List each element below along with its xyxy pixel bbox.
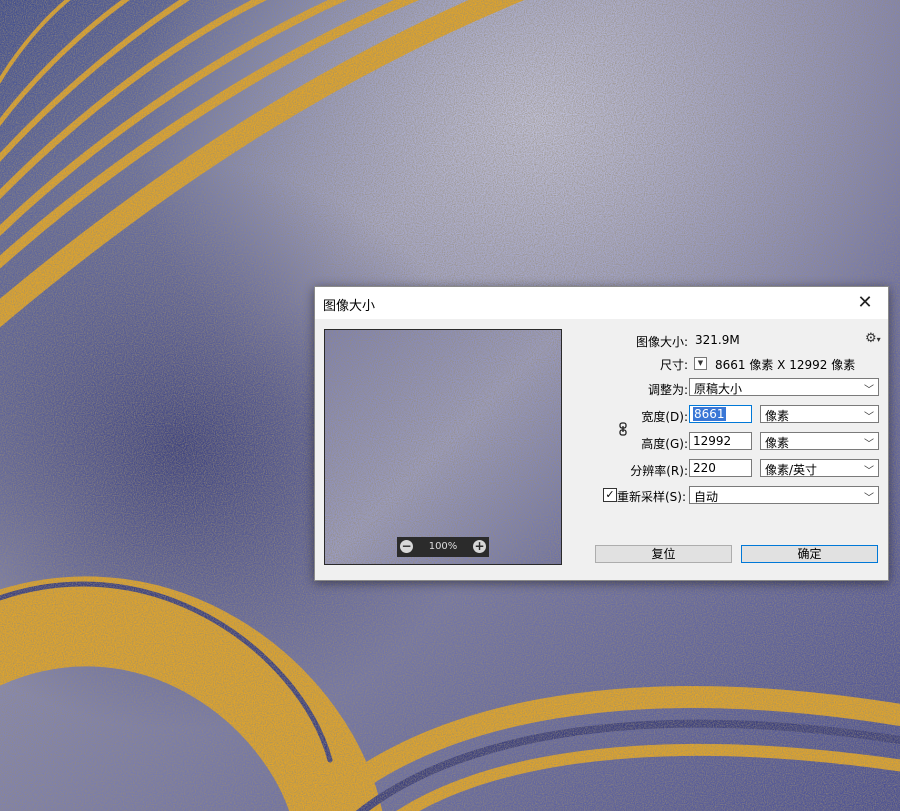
zoom-out-icon[interactable]: − <box>400 540 413 553</box>
close-icon[interactable]: ✕ <box>842 287 888 319</box>
fit-to-select[interactable]: 原稿大小 ﹀ <box>689 378 879 396</box>
fit-to-value: 原稿大小 <box>694 382 743 396</box>
image-preview[interactable]: − 100% + <box>324 329 562 565</box>
resample-value: 自动 <box>694 490 719 504</box>
height-label: 高度(G): <box>641 437 688 451</box>
image-size-label: 图像大小: <box>635 335 688 349</box>
height-value: 12992 <box>693 434 732 448</box>
resample-checkbox[interactable]: ✓ <box>603 488 617 502</box>
fit-to-label: 调整为: <box>647 383 688 397</box>
chevron-down-icon: ﹀ <box>864 439 874 450</box>
resolution-unit-value: 像素/英寸 <box>765 463 818 477</box>
resample-label: 重新采样(S): <box>617 490 687 504</box>
chevron-down-icon: ﹀ <box>864 385 874 396</box>
dimensions-unit-dropdown-icon[interactable]: ▼ <box>694 357 707 370</box>
height-unit-select[interactable]: 像素 ﹀ <box>760 432 879 450</box>
chevron-down-icon: ﹀ <box>864 412 874 423</box>
width-label: 宽度(D): <box>641 410 688 424</box>
ok-button[interactable]: 确定 <box>741 545 878 563</box>
chevron-down-icon: ﹀ <box>864 493 874 504</box>
chevron-down-icon: ﹀ <box>864 466 874 477</box>
dimensions-label: 尺寸: <box>659 358 688 372</box>
width-unit-select[interactable]: 像素 ﹀ <box>760 405 879 423</box>
resolution-input[interactable]: 220 <box>689 459 752 477</box>
dialog-titlebar[interactable]: 图像大小 ✕ <box>315 287 888 319</box>
width-value: 8661 <box>693 407 726 421</box>
reset-button[interactable]: 复位 <box>595 545 732 563</box>
dialog-title: 图像大小 <box>323 299 376 314</box>
zoom-control: − 100% + <box>397 537 489 557</box>
gear-icon[interactable]: ⚙▾ <box>865 331 881 346</box>
resolution-label: 分辨率(R): <box>630 464 688 478</box>
width-input[interactable]: 8661 <box>689 405 752 423</box>
dimensions-value: 8661 像素 X 12992 像素 <box>715 358 856 372</box>
zoom-level: 100% <box>428 541 458 552</box>
preview-texture <box>325 330 561 564</box>
width-unit-value: 像素 <box>765 409 790 423</box>
height-input[interactable]: 12992 <box>689 432 752 450</box>
resample-select[interactable]: 自动 ﹀ <box>689 486 879 504</box>
height-unit-value: 像素 <box>765 436 790 450</box>
image-size-dialog: 图像大小 ✕ − 100% + 图像大小: 321.9M ⚙▾ 尺寸: ▼ 86… <box>314 286 889 581</box>
zoom-in-icon[interactable]: + <box>473 540 486 553</box>
resolution-value: 220 <box>693 461 716 475</box>
resolution-unit-select[interactable]: 像素/英寸 ﹀ <box>760 459 879 477</box>
image-size-value: 321.9M <box>695 333 740 347</box>
